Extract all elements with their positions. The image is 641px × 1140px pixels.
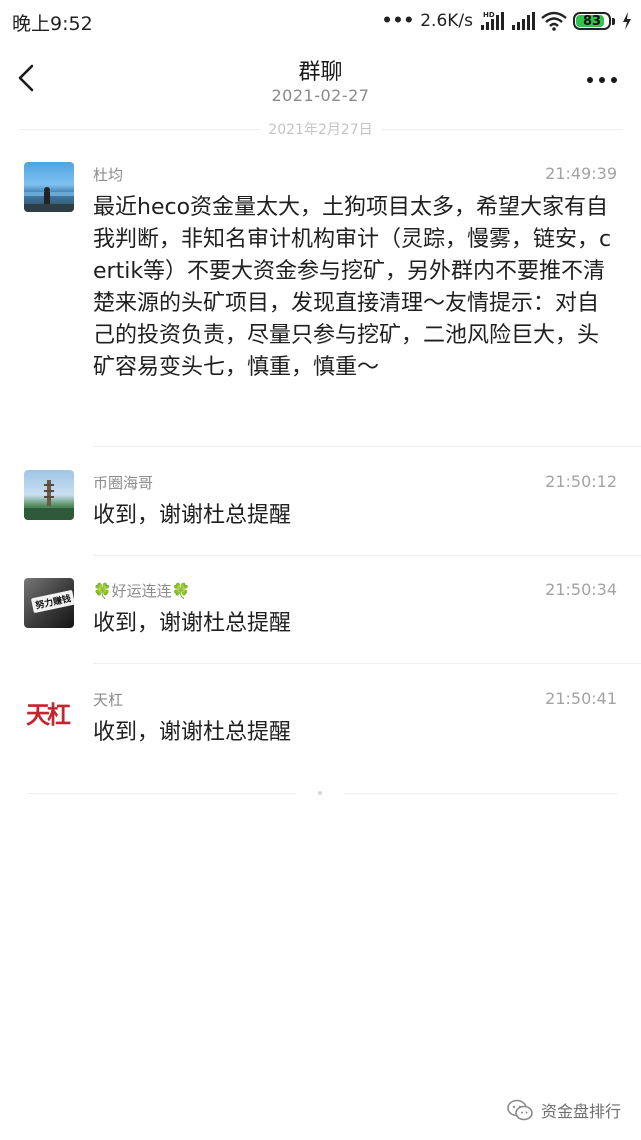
avatar[interactable]: 天杠	[24, 687, 74, 737]
date-divider: 2021年2月27日	[18, 118, 624, 140]
message-item[interactable]: 天杠 天杠 21:50:41 收到，谢谢杜总提醒	[0, 687, 641, 767]
message-time: 21:50:34	[545, 580, 617, 599]
battery-level: 83	[582, 13, 602, 29]
sender-name: 🍀好运连连🍀	[93, 582, 191, 600]
battery-icon: 83	[573, 12, 611, 30]
page-subtitle: 2021-02-27	[271, 86, 370, 105]
more-dots-icon	[587, 77, 617, 83]
sender-name: 杜均	[93, 166, 124, 184]
status-bar: 晚上9:52 ••• 2.6K/s HD 83	[0, 0, 641, 44]
avatar-label: 努力赚钱	[30, 589, 74, 614]
divider-line	[18, 128, 261, 130]
charging-icon	[621, 11, 633, 31]
end-divider-line	[28, 793, 296, 794]
signal-icon: HD	[479, 11, 505, 31]
wechat-icon	[507, 1099, 533, 1121]
page-title: 群聊	[298, 60, 343, 85]
message-separator	[93, 555, 641, 556]
sender-name: 天杠	[93, 691, 124, 709]
date-divider-text: 2021年2月27日	[268, 122, 373, 138]
message-item[interactable]: 杜均 21:49:39 最近heco资金量太大，土狗项目太多，希望大家有自我判断…	[0, 162, 641, 452]
message-time: 21:50:12	[545, 472, 617, 491]
message-time: 21:49:39	[545, 164, 617, 183]
wifi-icon	[541, 11, 567, 31]
message-text: 收到，谢谢杜总提醒	[93, 503, 292, 528]
message-time: 21:50:41	[545, 689, 617, 708]
avatar[interactable]	[24, 470, 74, 520]
divider-line	[380, 128, 624, 130]
battery-tip	[612, 17, 615, 25]
message-text: 收到，谢谢杜总提醒	[93, 720, 292, 745]
signal-icon-2	[511, 11, 535, 31]
message-item[interactable]: 努力赚钱 🍀好运连连🍀 21:50:34 收到，谢谢杜总提醒	[0, 578, 641, 668]
avatar-image	[24, 480, 74, 520]
message-text: 最近heco资金量太大，土狗项目太多，希望大家有自我判断，非知名审计机构审计（灵…	[93, 195, 612, 380]
avatar-image	[24, 187, 74, 212]
message-item[interactable]: 币圈海哥 21:50:12 收到，谢谢杜总提醒	[0, 470, 641, 560]
message-text: 收到，谢谢杜总提醒	[93, 611, 292, 636]
avatar-label: 天杠	[26, 700, 71, 729]
more-button[interactable]	[585, 72, 619, 86]
message-separator	[93, 446, 641, 447]
hd-label: HD	[483, 11, 495, 19]
network-speed: 2.6K/s	[420, 11, 473, 31]
avatar[interactable]	[24, 162, 74, 212]
sender-name: 币圈海哥	[93, 474, 154, 492]
status-time: 晚上9:52	[12, 13, 93, 35]
message-separator	[93, 663, 641, 664]
avatar[interactable]: 努力赚钱	[24, 578, 74, 628]
end-divider-line	[344, 793, 618, 794]
navigation-bar: 群聊 2021-02-27	[0, 44, 641, 114]
status-icons: ••• 2.6K/s HD 83	[382, 8, 633, 34]
end-divider-dot	[318, 791, 322, 795]
watermark: 资金盘排行	[507, 1098, 621, 1122]
notification-dots: •••	[381, 10, 415, 31]
watermark-text: 资金盘排行	[540, 1102, 621, 1121]
